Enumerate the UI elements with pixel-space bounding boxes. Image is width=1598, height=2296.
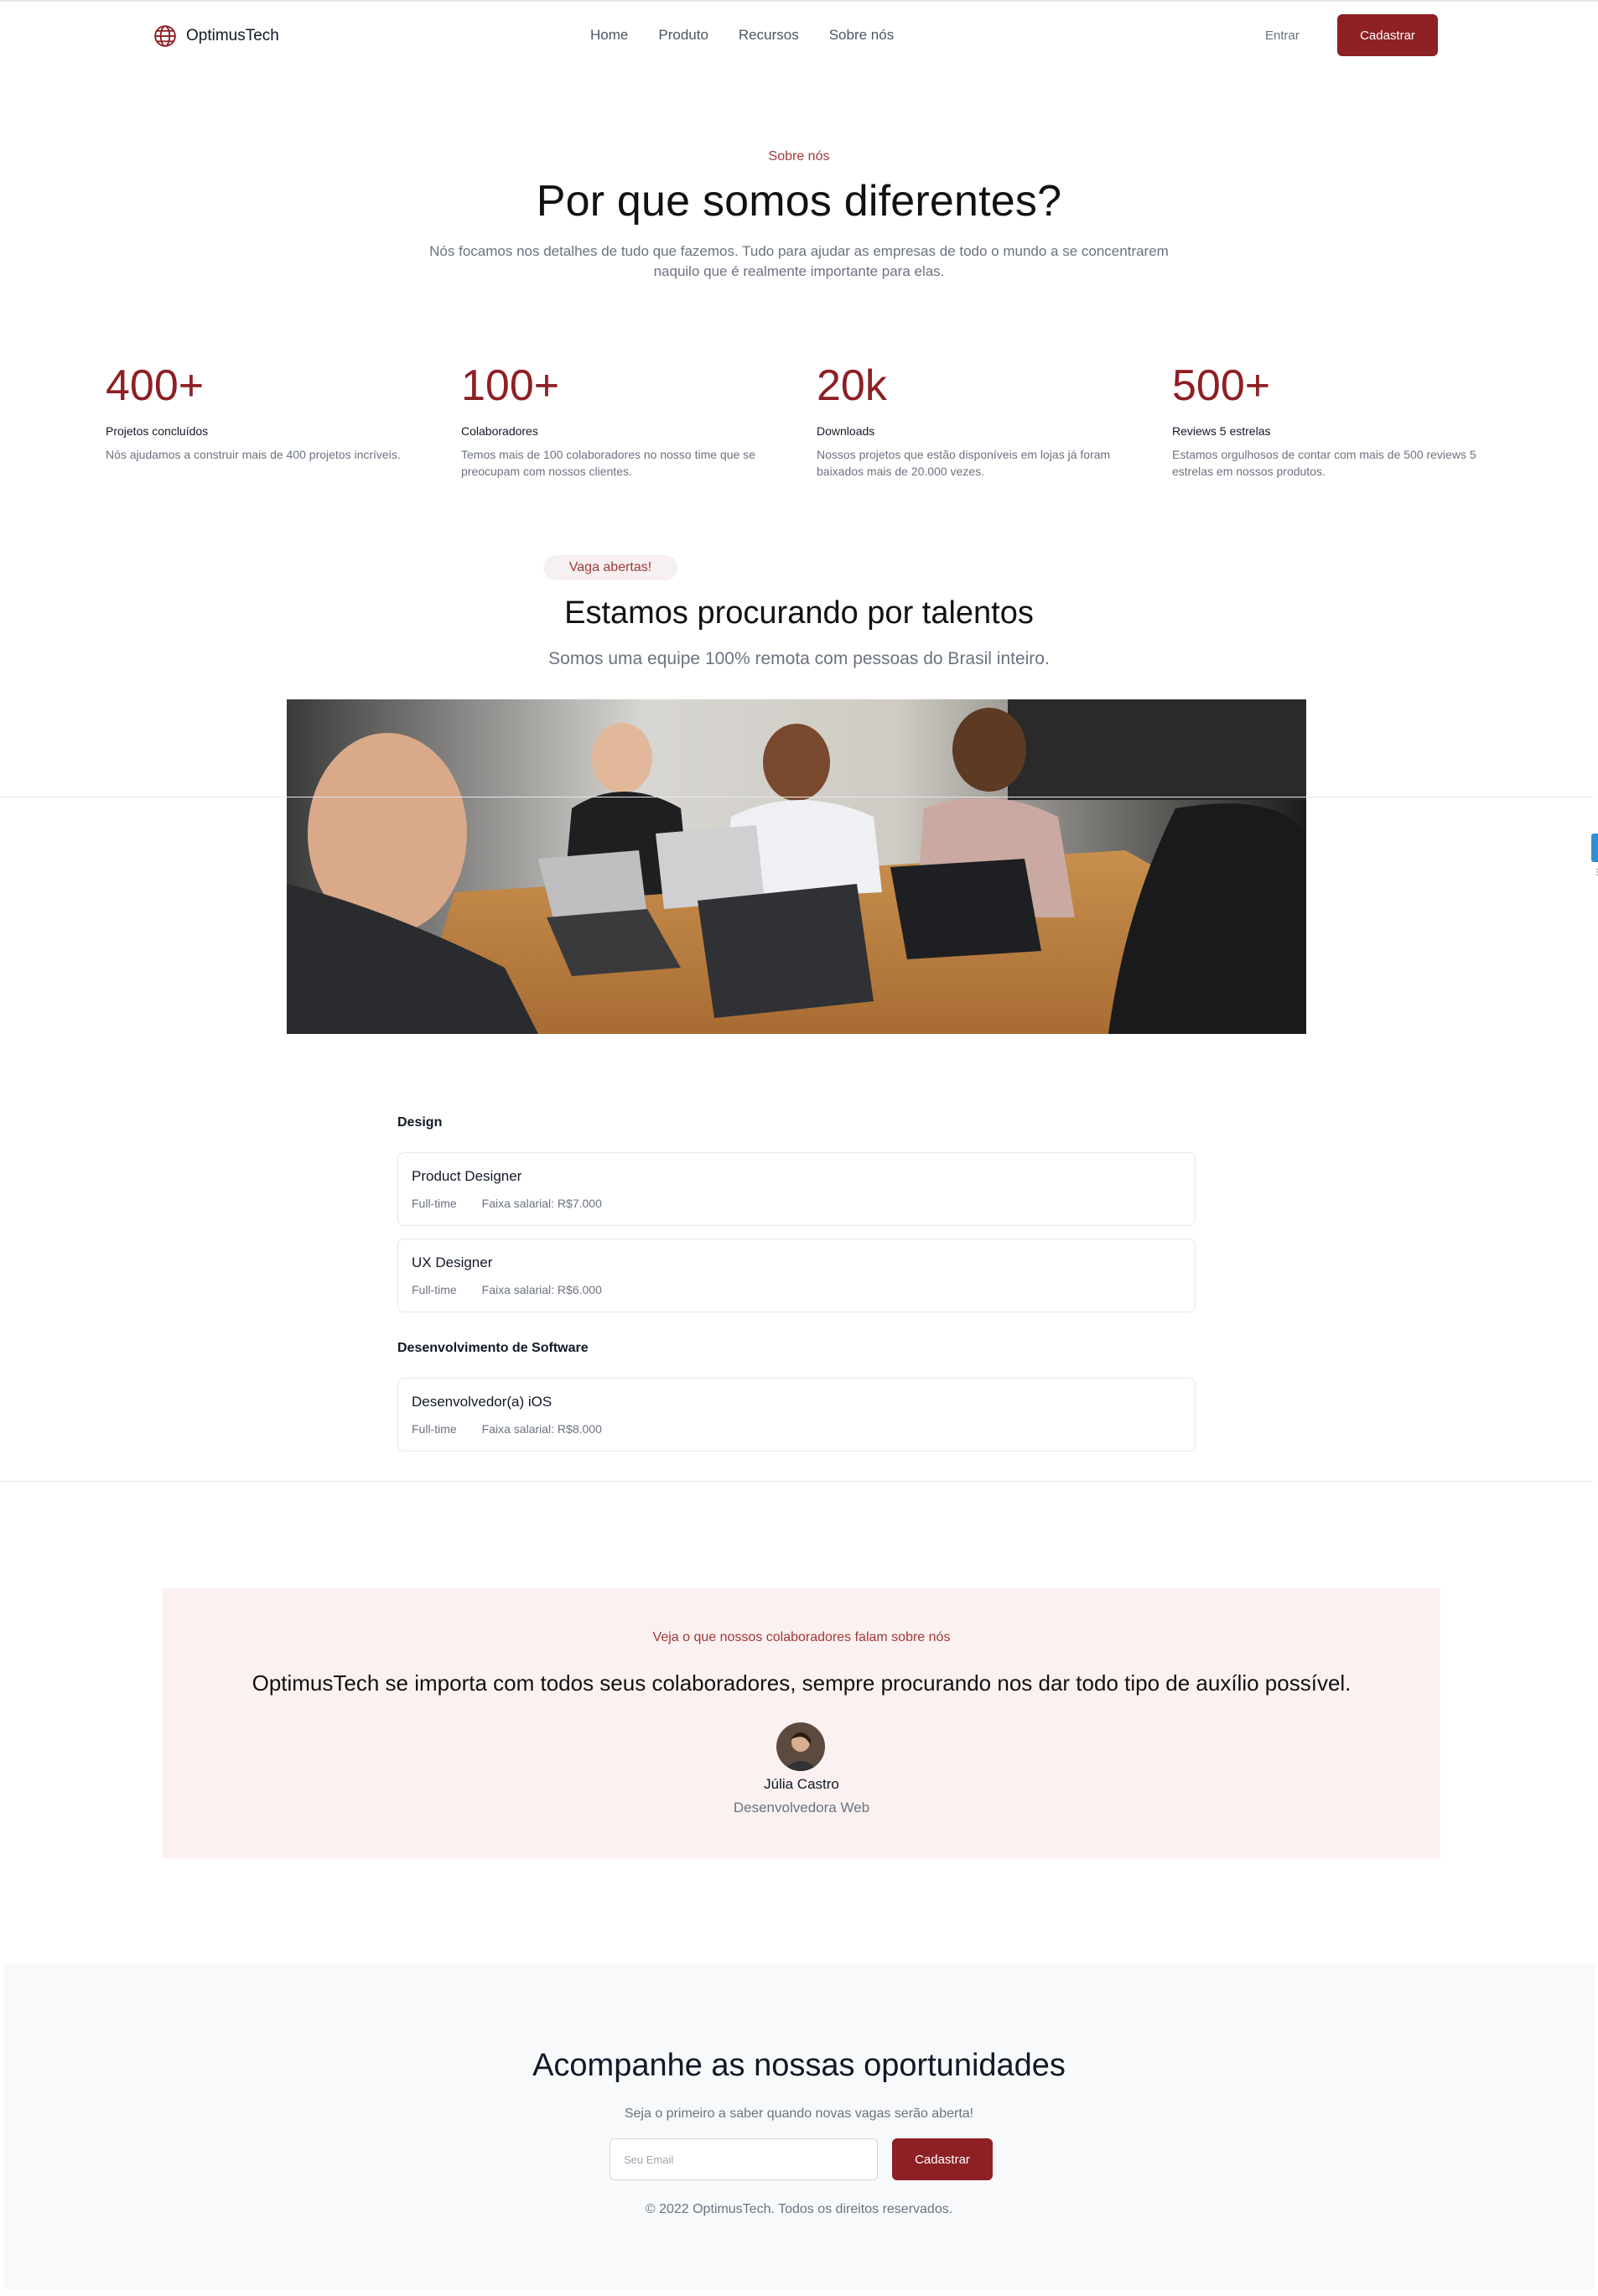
stat-value: 20k bbox=[817, 361, 887, 410]
stat-description: Nós ajudamos a construir mais de 400 pro… bbox=[106, 448, 401, 461]
login-link[interactable]: Entrar bbox=[1265, 29, 1300, 43]
globe-icon bbox=[154, 25, 176, 47]
stat-description: Estamos orgulhosos de contar com mais de… bbox=[1172, 448, 1476, 478]
job-listings: Design Product Designer Full-time Faixa … bbox=[397, 1115, 1196, 1452]
department-heading: Design bbox=[397, 1115, 443, 1130]
stat-description: Temos mais de 100 colaboradores no nosso… bbox=[461, 448, 755, 478]
main-nav: Home Produto Recursos Sobre nós bbox=[590, 27, 894, 44]
job-title: UX Designer bbox=[412, 1254, 493, 1270]
nav-link-sobre-nos[interactable]: Sobre nós bbox=[829, 27, 895, 44]
job-title: Desenvolvedor(a) iOS bbox=[412, 1394, 553, 1410]
stat-item: 20k Downloads Nossos projetos que estão … bbox=[817, 361, 1172, 480]
more-options-icon[interactable]: ⋮ bbox=[1593, 869, 1598, 877]
testimonial-quote: OptimusTech se importa com todos seus co… bbox=[252, 1670, 1352, 1696]
copyright-text: © 2022 OptimusTech. Todos os direitos re… bbox=[645, 2202, 953, 2216]
stat-value: 500+ bbox=[1172, 361, 1271, 410]
testimonial-eyebrow: Veja o que nossos colaboradores falam so… bbox=[652, 1630, 951, 1644]
careers-title: Estamos procurando por talentos bbox=[564, 595, 1034, 631]
job-meta: Full-time Faixa salarial: R$8.000 bbox=[412, 1422, 1181, 1436]
job-title: Product Designer bbox=[412, 1168, 522, 1184]
careers-subtitle: Somos uma equipe 100% remota com pessoas… bbox=[548, 649, 1050, 668]
email-field[interactable] bbox=[610, 2138, 878, 2180]
job-meta: Full-time Faixa salarial: R$6.000 bbox=[412, 1283, 1181, 1296]
newsletter-subtitle: Seja o primeiro a saber quando novas vag… bbox=[624, 2106, 974, 2121]
job-card-product-designer[interactable]: Product Designer Full-time Faixa salaria… bbox=[397, 1152, 1196, 1226]
brand-logo[interactable]: OptimusTech bbox=[153, 23, 279, 49]
testimonial-author-role: Desenvolvedora Web bbox=[733, 1800, 870, 1816]
job-salary: Faixa salarial: R$8.000 bbox=[481, 1422, 602, 1436]
brand-name: OptimusTech bbox=[186, 27, 279, 44]
page-title: Por que somos diferentes? bbox=[536, 177, 1062, 226]
job-meta: Full-time Faixa salarial: R$7.000 bbox=[412, 1197, 1181, 1210]
nav-link-recursos[interactable]: Recursos bbox=[739, 27, 799, 44]
job-card-ios-developer[interactable]: Desenvolvedor(a) iOS Full-time Faixa sal… bbox=[397, 1378, 1196, 1452]
site-header: OptimusTech Home Produto Recursos Sobre … bbox=[0, 13, 1598, 57]
testimonial-section: Veja o que nossos colaboradores falam so… bbox=[163, 1588, 1440, 1858]
nav-link-home[interactable]: Home bbox=[590, 27, 628, 44]
stat-item: 400+ Projetos concluídos Nós ajudamos a … bbox=[106, 361, 461, 480]
stat-title: Colaboradores bbox=[461, 424, 538, 438]
job-type: Full-time bbox=[412, 1283, 457, 1296]
stat-value: 100+ bbox=[461, 361, 560, 410]
testimonial-author-name: Júlia Castro bbox=[764, 1776, 839, 1792]
openings-badge: Vaga abertas! bbox=[543, 555, 677, 580]
department-heading: Desenvolvimento de Software bbox=[397, 1341, 589, 1355]
about-eyebrow: Sobre nós bbox=[768, 149, 830, 164]
job-type: Full-time bbox=[412, 1422, 457, 1436]
about-description: Nós focamos nos detalhes de tudo que faz… bbox=[429, 243, 1169, 279]
stat-value: 400+ bbox=[106, 361, 205, 410]
newsletter-section: Acompanhe as nossas oportunidades Seja o… bbox=[3, 1964, 1595, 2289]
job-card-ux-designer[interactable]: UX Designer Full-time Faixa salarial: R$… bbox=[397, 1239, 1196, 1312]
stat-title: Projetos concluídos bbox=[106, 424, 209, 438]
stat-description: Nossos projetos que estão disponíveis em… bbox=[817, 448, 1111, 478]
stat-item: 100+ Colaboradores Temos mais de 100 col… bbox=[461, 361, 817, 480]
avatar bbox=[776, 1722, 825, 1771]
team-photo-illustration bbox=[287, 699, 1306, 1034]
stats-section: 400+ Projetos concluídos Nós ajudamos a … bbox=[106, 361, 1531, 480]
stat-title: Downloads bbox=[817, 424, 875, 438]
stat-item: 500+ Reviews 5 estrelas Estamos orgulhos… bbox=[1172, 361, 1528, 480]
job-type: Full-time bbox=[412, 1197, 457, 1210]
top-divider bbox=[0, 0, 1598, 2]
side-widget-tab[interactable] bbox=[1591, 834, 1598, 862]
job-salary: Faixa salarial: R$6.000 bbox=[481, 1283, 602, 1296]
stat-title: Reviews 5 estrelas bbox=[1172, 424, 1271, 438]
newsletter-signup-button[interactable]: Cadastrar bbox=[892, 2138, 993, 2180]
section-divider bbox=[0, 1481, 1593, 1482]
team-photo bbox=[287, 699, 1306, 1034]
job-salary: Faixa salarial: R$7.000 bbox=[481, 1197, 602, 1210]
signup-button[interactable]: Cadastrar bbox=[1337, 14, 1438, 56]
about-section: Sobre nós Por que somos diferentes? Nós … bbox=[0, 149, 1598, 282]
nav-link-produto[interactable]: Produto bbox=[658, 27, 708, 44]
avatar-image bbox=[776, 1722, 825, 1771]
newsletter-title: Acompanhe as nossas oportunidades bbox=[532, 2048, 1066, 2083]
